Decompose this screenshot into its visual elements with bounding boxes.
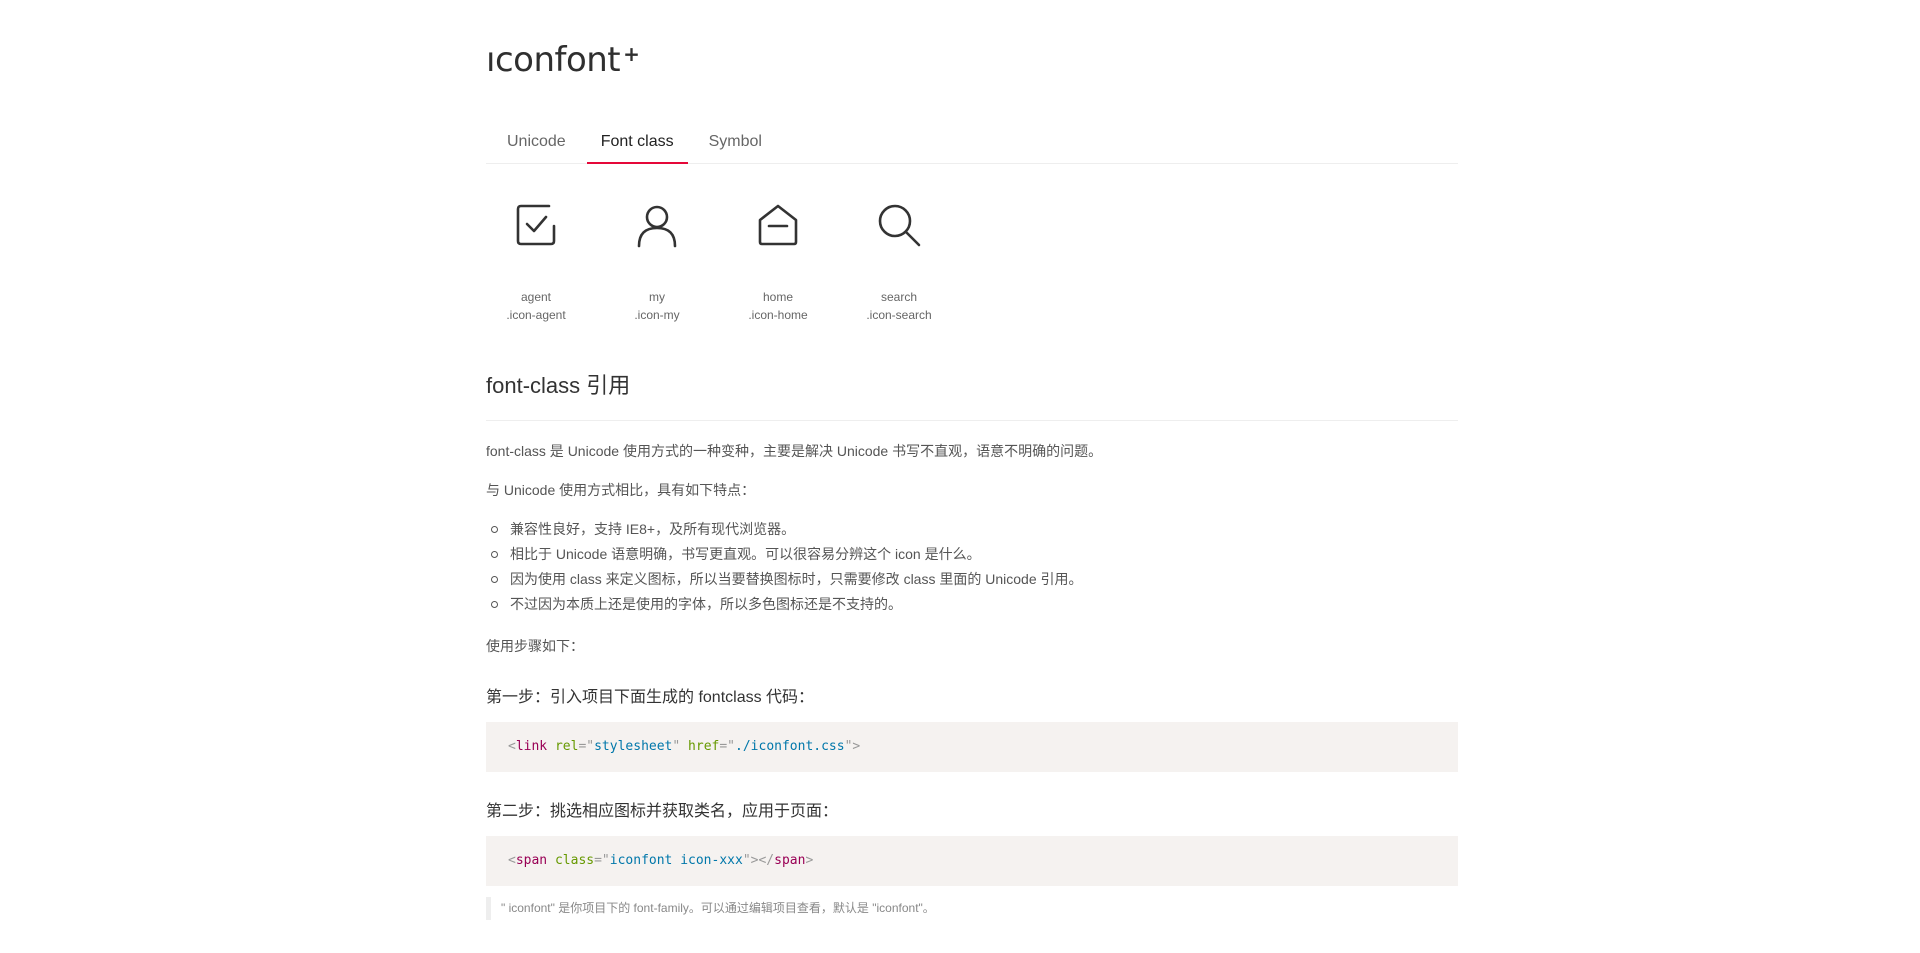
code-punc: =" bbox=[594, 853, 610, 868]
logo-plus: + bbox=[623, 42, 640, 66]
list-item: 不过因为本质上还是使用的字体，所以多色图标还是不支持的。 bbox=[486, 594, 1083, 619]
code-tag: span bbox=[515, 853, 548, 868]
code-value: ./iconfont.css bbox=[735, 739, 845, 754]
code-punc: " bbox=[672, 739, 681, 754]
code-punc: =" bbox=[719, 739, 736, 754]
icon-item-home: home .icon-home bbox=[728, 190, 828, 324]
logo[interactable]: ıconfont + bbox=[486, 38, 640, 82]
tab-symbol[interactable]: Symbol bbox=[695, 122, 776, 162]
intro-text: font-class 是 Unicode 使用方式的一种变种，主要是解决 Uni… bbox=[486, 443, 1103, 459]
step-one-heading: 第一步：引入项目下面生成的 fontclass 代码： bbox=[486, 689, 815, 706]
code-block-link[interactable]: <link rel="stylesheet" href="./iconfont.… bbox=[486, 722, 1458, 772]
icon-code: .icon-home bbox=[748, 308, 808, 322]
section-title: font-class 引用 bbox=[486, 368, 1458, 421]
icon-item-my: my .icon-my bbox=[607, 190, 707, 324]
code-attr: rel bbox=[554, 739, 579, 754]
step-two-heading: 第二步：挑选相应图标并获取类名，应用于页面： bbox=[486, 803, 839, 820]
icon-code: .icon-my bbox=[634, 308, 680, 322]
code-tag: span bbox=[774, 853, 806, 868]
code-punc: < bbox=[508, 739, 516, 754]
icon-list: agent .icon-agent my .icon-my home .icon… bbox=[486, 190, 970, 324]
feature-list: 兼容性良好，支持 IE8+，及所有现代浏览器。 相比于 Unicode 语意明确… bbox=[486, 519, 1083, 619]
list-item: 因为使用 class 来定义图标，所以当要替换图标时，只需要修改 class 里… bbox=[486, 569, 1083, 594]
code-value: stylesheet bbox=[594, 739, 673, 754]
steps-intro: 使用步骤如下： bbox=[486, 638, 584, 654]
icon-name: search bbox=[880, 290, 918, 304]
tab-bar: Unicode Font class Symbol bbox=[486, 122, 1458, 164]
icon-item-search: search .icon-search bbox=[849, 190, 949, 324]
icon-name: agent bbox=[520, 290, 552, 304]
list-item: 兼容性良好，支持 IE8+，及所有现代浏览器。 bbox=[486, 519, 1083, 544]
user-icon bbox=[607, 190, 707, 260]
icon-name: home bbox=[762, 290, 794, 304]
tab-unicode[interactable]: Unicode bbox=[493, 122, 580, 162]
code-punc: "> bbox=[844, 739, 861, 754]
compare-text: 与 Unicode 使用方式相比，具有如下特点： bbox=[486, 482, 756, 498]
code-tag: link bbox=[515, 739, 548, 754]
code-punc: "></ bbox=[742, 853, 775, 868]
code-block-span[interactable]: <span class="iconfont icon-xxx"></span> bbox=[486, 836, 1458, 886]
code-attr: href bbox=[688, 739, 720, 754]
code-value: iconfont icon-xxx bbox=[609, 853, 743, 868]
code-attr: class bbox=[554, 853, 595, 868]
checkbox-icon bbox=[486, 190, 586, 260]
icon-code: .icon-agent bbox=[506, 308, 566, 322]
code-punc: =" bbox=[578, 739, 595, 754]
icon-code: .icon-search bbox=[866, 308, 932, 322]
home-icon bbox=[728, 190, 828, 260]
icon-name: my bbox=[649, 290, 665, 304]
icon-item-agent: agent .icon-agent bbox=[486, 190, 586, 324]
tab-font-class[interactable]: Font class bbox=[586, 122, 688, 164]
search-icon bbox=[849, 190, 949, 260]
logo-text: ıconfont bbox=[486, 40, 621, 80]
note-blockquote: " iconfont" 是你项目下的 font-family。可以通过编辑项目查… bbox=[486, 897, 935, 920]
code-punc: > bbox=[805, 853, 814, 868]
list-item: 相比于 Unicode 语意明确，书写更直观。可以很容易分辨这个 icon 是什… bbox=[486, 544, 1083, 569]
code-punc: < bbox=[508, 853, 516, 868]
